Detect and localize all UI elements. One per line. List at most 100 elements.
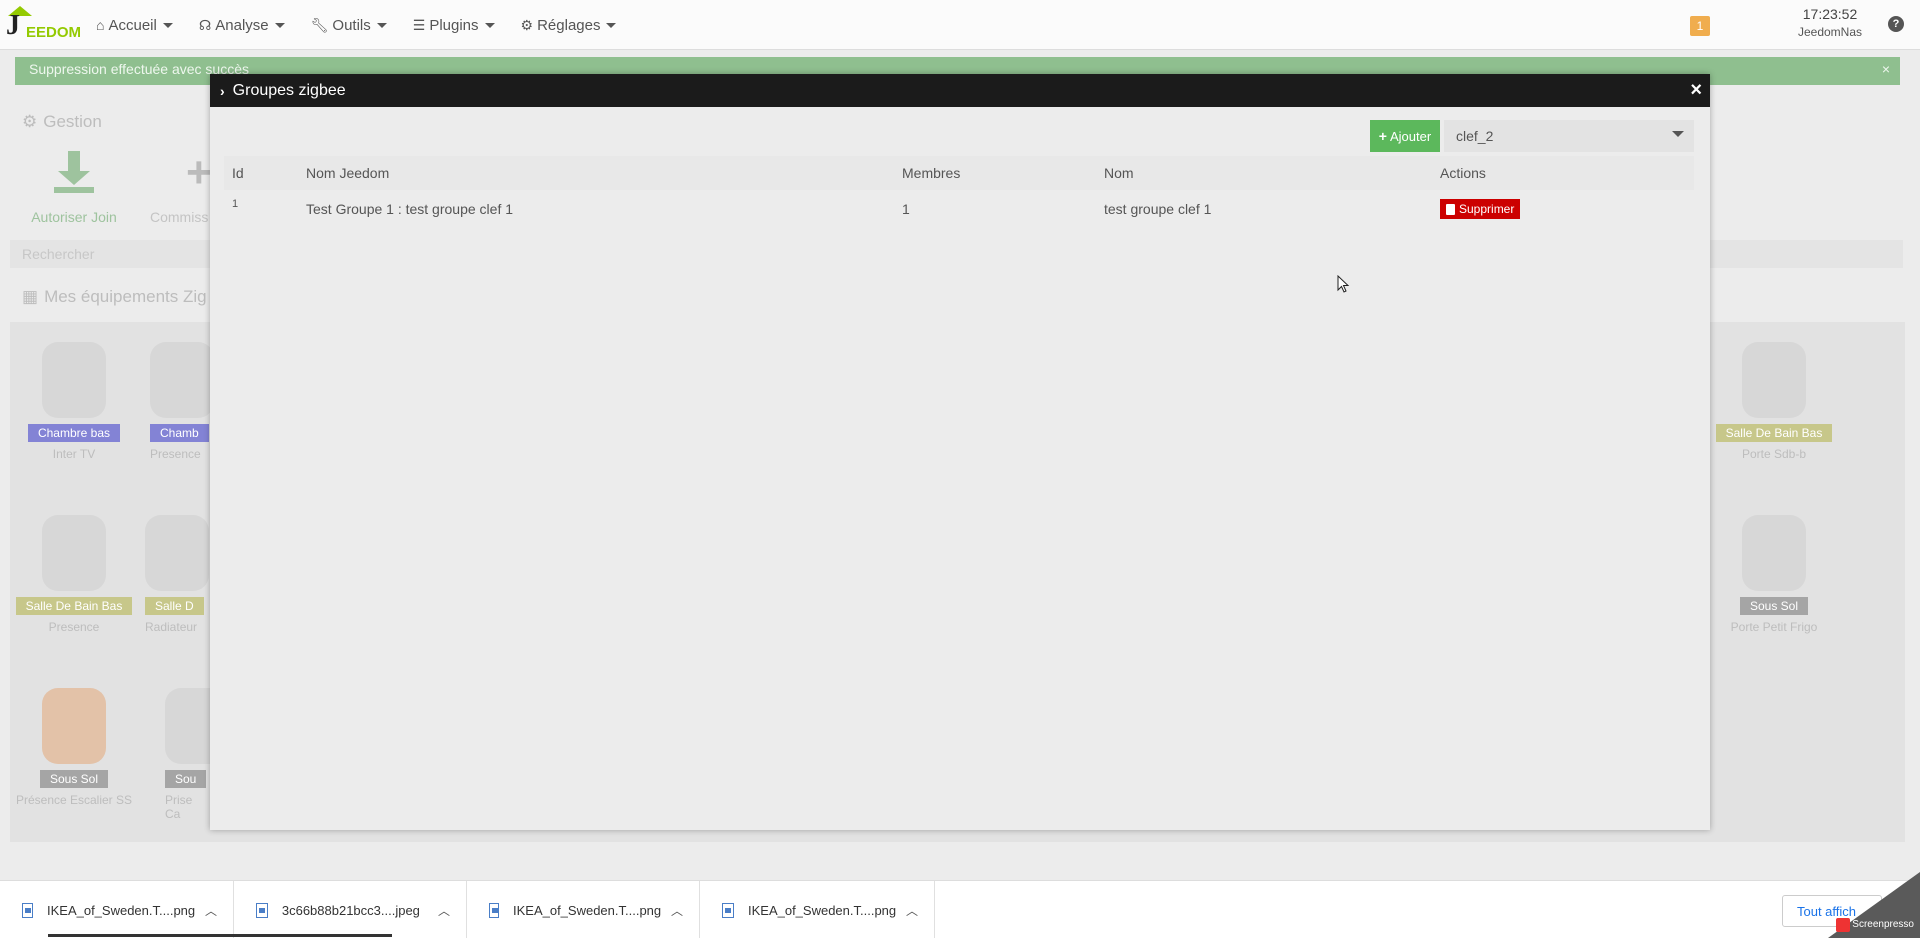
device-image — [1742, 342, 1806, 418]
column-header-id: Id — [224, 156, 298, 190]
clock-time: 17:23:52 — [1802, 6, 1858, 22]
equipment-card[interactable]: Chamb Presence — [150, 342, 210, 461]
column-header-nom: Nom — [1096, 156, 1432, 190]
chevron-up-icon[interactable]: ︿ — [906, 902, 918, 919]
download-icon — [54, 151, 94, 195]
home-icon: ⌂ — [96, 17, 105, 33]
group-id: 1 — [232, 198, 239, 210]
authorize-join-tile[interactable]: Autoriser Join — [22, 151, 126, 225]
equipment-name: Radiateur — [145, 620, 198, 634]
equipment-name: Presence — [48, 620, 100, 634]
downloads-bar: IKEA_of_Sweden.T....png ︿ 3c66b88b21bcc3… — [0, 880, 1920, 938]
screenpresso-brand: Screenpresso — [1852, 919, 1914, 930]
download-item[interactable]: IKEA_of_Sweden.T....png ︿ — [0, 881, 234, 938]
trash-icon — [1446, 203, 1455, 215]
screenpresso-icon — [1836, 918, 1850, 932]
zigbee-groups-modal: › Groupes zigbee × + Ajouter clef_2 Id N… — [210, 74, 1710, 830]
gestion-label: Gestion — [43, 112, 102, 131]
caret-down-icon — [274, 22, 285, 28]
table-icon: ▦ — [22, 287, 39, 306]
gestion-heading: ⚙ Gestion — [22, 112, 102, 132]
file-image-icon — [722, 902, 734, 918]
group-nom-jeedom: Test Groupe 1 : test groupe clef 1 — [306, 201, 514, 217]
download-item[interactable]: IKEA_of_Sweden.T....png ︿ — [467, 881, 700, 938]
room-badge: Salle D — [145, 597, 204, 615]
equipment-card[interactable]: Sous Sol Présence Escalier SS — [12, 688, 136, 807]
file-image-icon — [256, 902, 268, 918]
modal-header: › Groupes zigbee × — [210, 74, 1710, 107]
message-count-badge[interactable]: 1 — [1690, 16, 1710, 36]
room-badge: Salle De Bain Bas — [15, 597, 133, 615]
zigbee-key-value: clef_2 — [1456, 128, 1494, 144]
gear-icon: ⚙ — [22, 112, 38, 131]
equipment-card[interactable]: Salle De Bain Bas Presence — [12, 515, 136, 634]
add-group-label: Ajouter — [1389, 128, 1432, 144]
jeedom-logo[interactable]: J EEDOM — [6, 6, 81, 42]
menu-reglages[interactable]: ⚙ Réglages — [521, 17, 617, 34]
wrench-icon: 🔧︎ — [310, 16, 329, 33]
equipment-name: Inter TV — [52, 447, 96, 461]
caret-down-icon — [484, 22, 495, 28]
delete-group-button[interactable]: Supprimer — [1440, 199, 1521, 219]
file-image-icon — [22, 902, 33, 918]
room-badge: Chamb — [150, 424, 209, 442]
delete-group-label: Supprimer — [1459, 202, 1515, 216]
column-header-nom-jeedom: Nom Jeedom — [298, 156, 894, 190]
menu-plugins[interactable]: ☰ Plugins — [413, 17, 495, 34]
chevron-up-icon[interactable]: ︿ — [205, 902, 217, 919]
device-image — [145, 515, 209, 591]
screenpresso-watermark: Screenpresso — [1828, 872, 1920, 938]
menu-reglages-label: Réglages — [537, 16, 601, 34]
device-image — [42, 342, 106, 418]
equipment-name: Prise Ca — [165, 793, 193, 821]
caret-down-icon — [376, 22, 387, 28]
download-item[interactable]: IKEA_of_Sweden.T....png ︿ — [700, 881, 935, 938]
hostname[interactable]: JeedomNas — [1780, 25, 1880, 39]
authorize-join-label: Autoriser Join — [31, 209, 117, 225]
equipment-card[interactable]: Chambre bas Inter TV — [12, 342, 136, 461]
menu-plugins-label: Plugins — [429, 16, 479, 34]
equipment-name: Présence Escalier SS — [15, 793, 133, 807]
help-icon[interactable]: ? — [1888, 16, 1904, 32]
device-image — [150, 342, 210, 418]
close-icon[interactable]: × — [1690, 80, 1702, 100]
download-filename: 3c66b88b21bcc3....jpeg — [281, 902, 420, 918]
table-header-row: Id Nom Jeedom Membres Nom Actions — [224, 156, 1694, 190]
room-badge: Sous Sol — [39, 770, 109, 788]
room-badge: Chambre bas — [27, 424, 121, 442]
chevron-up-icon[interactable]: ︿ — [438, 902, 450, 919]
download-item[interactable]: 3c66b88b21bcc3....jpeg ︿ — [234, 881, 467, 938]
group-nom: test groupe clef 1 — [1104, 201, 1212, 217]
menu-outils[interactable]: 🔧︎ Outils — [311, 17, 387, 34]
add-group-button[interactable]: + Ajouter — [1370, 120, 1440, 152]
room-badge: Sous Sol — [1739, 597, 1809, 615]
list-icon: ☰ — [412, 16, 426, 33]
logo-j: J — [6, 10, 20, 41]
menu-outils-label: Outils — [332, 16, 371, 34]
mouse-cursor-icon — [1337, 275, 1350, 293]
device-image — [42, 515, 106, 591]
device-image — [1742, 515, 1806, 591]
chevron-up-icon[interactable]: ︿ — [671, 902, 683, 919]
main-menu: ⌂ Accueil ☊ Analyse 🔧︎ Outils ☰ Plugins … — [96, 0, 642, 50]
alert-close-icon[interactable]: × — [1882, 61, 1890, 77]
column-header-membres: Membres — [894, 156, 1096, 190]
device-image — [42, 688, 106, 764]
table-row: 1 Test Groupe 1 : test groupe clef 1 1 t… — [224, 190, 1694, 228]
room-badge: Sou — [165, 770, 207, 788]
zigbee-key-select[interactable]: clef_2 — [1444, 120, 1694, 152]
groups-table: Id Nom Jeedom Membres Nom Actions 1 Test… — [224, 156, 1694, 228]
file-image-icon — [489, 902, 499, 918]
column-header-actions: Actions — [1432, 156, 1694, 190]
equipment-card[interactable]: Salle De Bain Bas Porte Sdb-b — [1712, 342, 1836, 461]
room-badge: Salle De Bain Bas — [1715, 424, 1833, 442]
download-filename: IKEA_of_Sweden.T....png — [46, 902, 196, 918]
equipment-name: Porte Petit Frigo — [1730, 620, 1818, 634]
menu-accueil[interactable]: ⌂ Accueil — [96, 17, 173, 34]
equipment-card[interactable]: Sou Prise Ca — [165, 688, 210, 821]
equipments-heading: ▦ Mes équipements Zig — [22, 287, 207, 307]
menu-analyse[interactable]: ☊ Analyse — [199, 17, 285, 34]
equipment-card[interactable]: Salle D Radiateur — [145, 515, 210, 634]
equipment-card[interactable]: Sous Sol Porte Petit Frigo — [1712, 515, 1836, 634]
menu-analyse-label: Analyse — [215, 16, 269, 34]
